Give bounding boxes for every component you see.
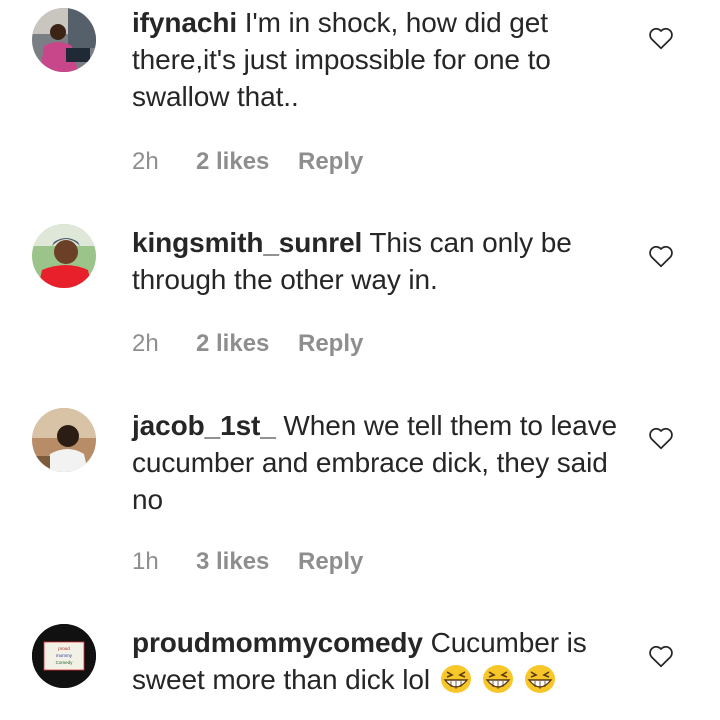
comment-item: ifynachi I'm in shock, how did get there… <box>0 0 720 190</box>
grinning-squinting-face-icon <box>524 665 555 693</box>
svg-text:mommy: mommy <box>56 653 73 658</box>
likes-count[interactable]: 2 likes <box>196 148 298 176</box>
comment-text: kingsmith_sunrel This can only be throug… <box>132 224 632 298</box>
heart-outline-icon[interactable] <box>648 244 674 268</box>
heart-outline-icon[interactable] <box>648 426 674 450</box>
username[interactable]: ifynachi <box>132 7 237 38</box>
comment-text: ifynachi I'm in shock, how did get there… <box>132 4 632 115</box>
comment-item: jacob_1st_ When we tell them to leave cu… <box>0 380 720 600</box>
reply-button[interactable]: Reply <box>298 148 363 176</box>
comment-text: proudmommycomedy Cucumber is sweet more … <box>132 624 632 698</box>
comment-text: jacob_1st_ When we tell them to leave cu… <box>132 407 632 518</box>
heart-outline-icon[interactable] <box>648 26 674 50</box>
reply-button[interactable]: Reply <box>298 548 363 576</box>
username[interactable]: kingsmith_sunrel <box>132 227 362 258</box>
avatar[interactable] <box>32 224 96 288</box>
proudmommycomedy-logo: proud mommy Comedy <box>32 624 96 688</box>
heart-outline-icon[interactable] <box>648 644 674 668</box>
avatar[interactable] <box>32 408 96 472</box>
svg-text:proud: proud <box>58 646 70 651</box>
likes-count[interactable]: 2 likes <box>196 330 298 358</box>
svg-text:Comedy: Comedy <box>56 660 74 665</box>
timestamp: 2h <box>132 330 159 357</box>
username[interactable]: proudmommycomedy <box>132 627 423 658</box>
likes-count[interactable]: 3 likes <box>196 548 298 576</box>
comment-meta: 2h 2 likes Reply <box>132 330 363 358</box>
comment-item: proud mommy Comedy proudmommycomedy Cucu… <box>0 600 720 720</box>
reply-button[interactable]: Reply <box>298 330 363 358</box>
comment-meta: 1h 3 likes Reply <box>132 548 363 576</box>
avatar[interactable] <box>32 8 96 72</box>
grinning-squinting-face-icon <box>440 665 471 693</box>
timestamp: 1h <box>132 548 159 575</box>
avatar[interactable]: proud mommy Comedy <box>32 624 96 688</box>
username[interactable]: jacob_1st_ <box>132 410 276 441</box>
grinning-squinting-face-icon <box>482 665 513 693</box>
comment-item: kingsmith_sunrel This can only be throug… <box>0 190 720 380</box>
comment-meta: 2h 2 likes Reply <box>132 148 363 176</box>
timestamp: 2h <box>132 148 159 175</box>
